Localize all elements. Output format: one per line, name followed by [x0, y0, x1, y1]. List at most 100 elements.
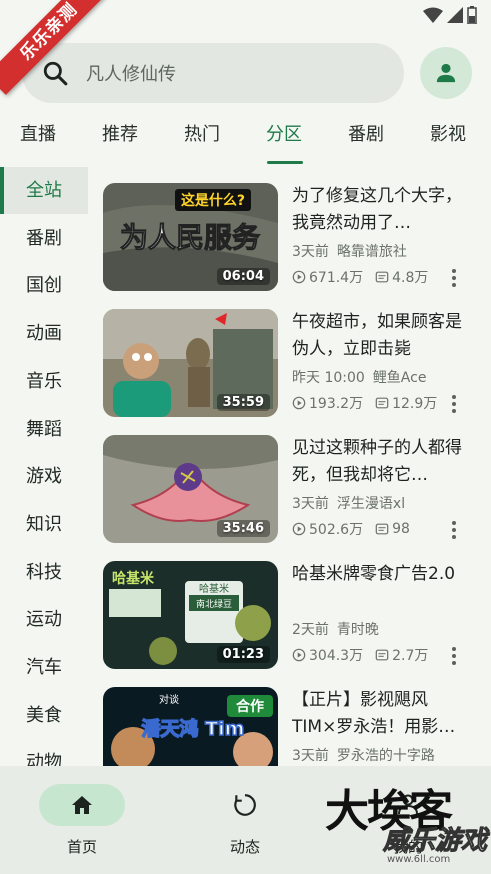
video-card[interactable]: 这是什么? 为人民服务 06:04 为了修复这几个大字，我竟然动用了… 3天前 略靠谱旅社… — [100, 167, 480, 291]
sidebar-item-10[interactable]: 汽车 — [0, 644, 88, 691]
tab-3[interactable]: 分区 — [266, 120, 302, 146]
sidebar-item-9[interactable]: 运动 — [0, 596, 88, 643]
profile-button[interactable] — [420, 47, 472, 99]
danmaku-count: 98 — [375, 521, 410, 537]
search-icon — [43, 61, 68, 86]
video-card[interactable]: 35:46 见过这颗种子的人都得死，但我却将它… 3天前 浮生漫语xl 502.6万 98 — [100, 419, 480, 543]
video-author[interactable]: 罗永浩的十字路 — [337, 748, 435, 764]
svg-text:哈基米: 哈基米 — [112, 570, 155, 587]
video-stats: 502.6万 98 — [292, 519, 410, 539]
danmaku-count-text: 12.9万 — [392, 396, 438, 412]
video-card[interactable]: 哈基米 南北绿豆 哈基米 01:23 哈基米牌零食广告2.0 2天前 青时晚 304.3万 2.… — [100, 545, 480, 669]
video-duration: 35:46 — [216, 520, 270, 537]
video-title[interactable]: 见过这颗种子的人都得死，但我却将它… — [292, 435, 472, 489]
view-count: 502.6万 — [292, 519, 363, 539]
video-thumbnail[interactable]: 哈基米 南北绿豆 哈基米 01:23 — [103, 561, 278, 669]
watermark-small: 威乐游戏 — [382, 826, 488, 857]
video-title[interactable]: 【正片】影视飓风TIM×罗永浩！用影… — [292, 687, 472, 741]
danmaku-count: 4.8万 — [375, 267, 428, 287]
bottom-nav-0[interactable]: 首页 — [38, 784, 126, 857]
video-thumbnail[interactable]: 35:46 — [103, 435, 278, 543]
sidebar-item-2[interactable]: 国创 — [0, 262, 88, 309]
danmaku-count-text: 98 — [392, 521, 410, 537]
svg-text:合作: 合作 — [236, 698, 264, 715]
video-duration: 01:23 — [216, 646, 270, 663]
sidebar-item-0[interactable]: 全站 — [0, 167, 88, 214]
video-card[interactable]: 对谈潘天鸿 Tim 合作 【正片】影视飓风TIM×罗永浩！用影… 3天前 罗永浩的十字路 — [100, 671, 480, 767]
tab-0[interactable]: 直播 — [20, 120, 56, 146]
svg-text:哈基米: 哈基米 — [199, 582, 229, 595]
video-meta: 3天前 浮生漫语xl — [292, 493, 405, 513]
video-title[interactable]: 为了修复这几个大字，我竟然动用了… — [292, 183, 472, 237]
home-icon — [39, 784, 125, 826]
bottom-nav-1[interactable]: 动态 — [201, 784, 289, 857]
sidebar-item-3[interactable]: 动画 — [0, 310, 88, 357]
signal-icon — [447, 7, 463, 23]
view-count-text: 193.2万 — [309, 396, 364, 412]
tab-2[interactable]: 热门 — [184, 120, 220, 146]
refresh-icon — [202, 784, 288, 826]
video-duration: 35:59 — [216, 394, 270, 411]
danmaku-count: 2.7万 — [375, 645, 428, 665]
video-time: 3天前 — [292, 748, 329, 764]
video-duration: 06:04 — [216, 268, 270, 285]
video-stats: 193.2万 12.9万 — [292, 393, 437, 413]
bottom-nav-label: 首页 — [66, 838, 97, 856]
video-thumbnail[interactable]: 35:59 — [103, 309, 278, 417]
watermark-url: www.6ll.com — [387, 854, 451, 865]
video-time: 2天前 — [292, 622, 329, 638]
video-author[interactable]: 浮生漫语xl — [337, 496, 405, 512]
video-thumbnail[interactable]: 这是什么? 为人民服务 06:04 — [103, 183, 278, 291]
sidebar-item-4[interactable]: 音乐 — [0, 358, 88, 405]
video-meta: 3天前 罗永浩的十字路 — [292, 745, 435, 765]
svg-text:潘天鸿 Tim: 潘天鸿 Tim — [142, 717, 245, 740]
sidebar-item-5[interactable]: 舞蹈 — [0, 406, 88, 453]
view-count: 193.2万 — [292, 393, 363, 413]
active-tab-indicator — [267, 161, 303, 164]
sidebar-item-6[interactable]: 游戏 — [0, 453, 88, 500]
video-title[interactable]: 午夜超市，如果顾客是伪人，立即击毙 — [292, 309, 472, 363]
search-bar[interactable]: 凡人修仙传 — [22, 43, 404, 103]
danmaku-count-text: 4.8万 — [392, 270, 429, 286]
tab-5[interactable]: 影视 — [430, 120, 466, 146]
view-count: 671.4万 — [292, 267, 363, 287]
more-options-icon[interactable] — [446, 647, 462, 665]
tab-1[interactable]: 推荐 — [102, 120, 138, 146]
search-input[interactable]: 凡人修仙传 — [86, 60, 176, 86]
watermark-logo: 大埃客 威乐游戏 www.6ll.com — [325, 790, 491, 874]
video-stats: 304.3万 2.7万 — [292, 645, 428, 665]
thumbnail-image: 对谈潘天鸿 Tim 合作 — [103, 687, 278, 767]
section-sidebar: 全站 番剧 国创 动画 音乐 舞蹈 游戏 知识 科技 运动 汽车 美食 动物 — [0, 167, 88, 767]
video-feed: 这是什么? 为人民服务 06:04 为了修复这几个大字，我竟然动用了… 3天前 略靠谱旅社… — [100, 167, 480, 767]
video-title[interactable]: 哈基米牌零食广告2.0 — [292, 561, 472, 588]
bottom-nav-label: 动态 — [229, 838, 260, 856]
category-tabs: 直播 推荐 热门 分区 番剧 影视 — [0, 120, 491, 164]
view-count-text: 304.3万 — [309, 648, 364, 664]
view-count-text: 671.4万 — [309, 270, 364, 286]
more-options-icon[interactable] — [446, 269, 462, 287]
svg-text:这是什么?: 这是什么? — [181, 192, 245, 209]
sidebar-item-7[interactable]: 知识 — [0, 501, 88, 548]
more-options-icon[interactable] — [446, 521, 462, 539]
tab-4[interactable]: 番剧 — [348, 120, 384, 146]
more-options-icon[interactable] — [446, 395, 462, 413]
video-meta: 昨天 10:00 鲤鱼Ace — [292, 367, 426, 387]
svg-text:对谈: 对谈 — [159, 693, 179, 706]
video-author[interactable]: 略靠谱旅社 — [337, 244, 407, 260]
video-author[interactable]: 鲤鱼Ace — [373, 370, 427, 386]
video-time: 3天前 — [292, 496, 329, 512]
video-thumbnail[interactable]: 对谈潘天鸿 Tim 合作 — [103, 687, 278, 767]
video-time: 3天前 — [292, 244, 329, 260]
video-meta: 3天前 略靠谱旅社 — [292, 241, 407, 261]
sidebar-item-8[interactable]: 科技 — [0, 549, 88, 596]
danmaku-count-text: 2.7万 — [392, 648, 429, 664]
wifi-icon — [423, 7, 443, 23]
battery-icon — [467, 6, 477, 24]
video-stats: 671.4万 4.8万 — [292, 267, 428, 287]
video-author[interactable]: 青时晚 — [337, 622, 379, 638]
sidebar-item-12[interactable]: 动物 — [0, 739, 88, 767]
video-meta: 2天前 青时晚 — [292, 619, 379, 639]
video-card[interactable]: 35:59 午夜超市，如果顾客是伪人，立即击毙昨天 10:00 鲤鱼Ace 193.2… — [100, 293, 480, 417]
sidebar-item-1[interactable]: 番剧 — [0, 215, 88, 262]
sidebar-item-11[interactable]: 美食 — [0, 692, 88, 739]
